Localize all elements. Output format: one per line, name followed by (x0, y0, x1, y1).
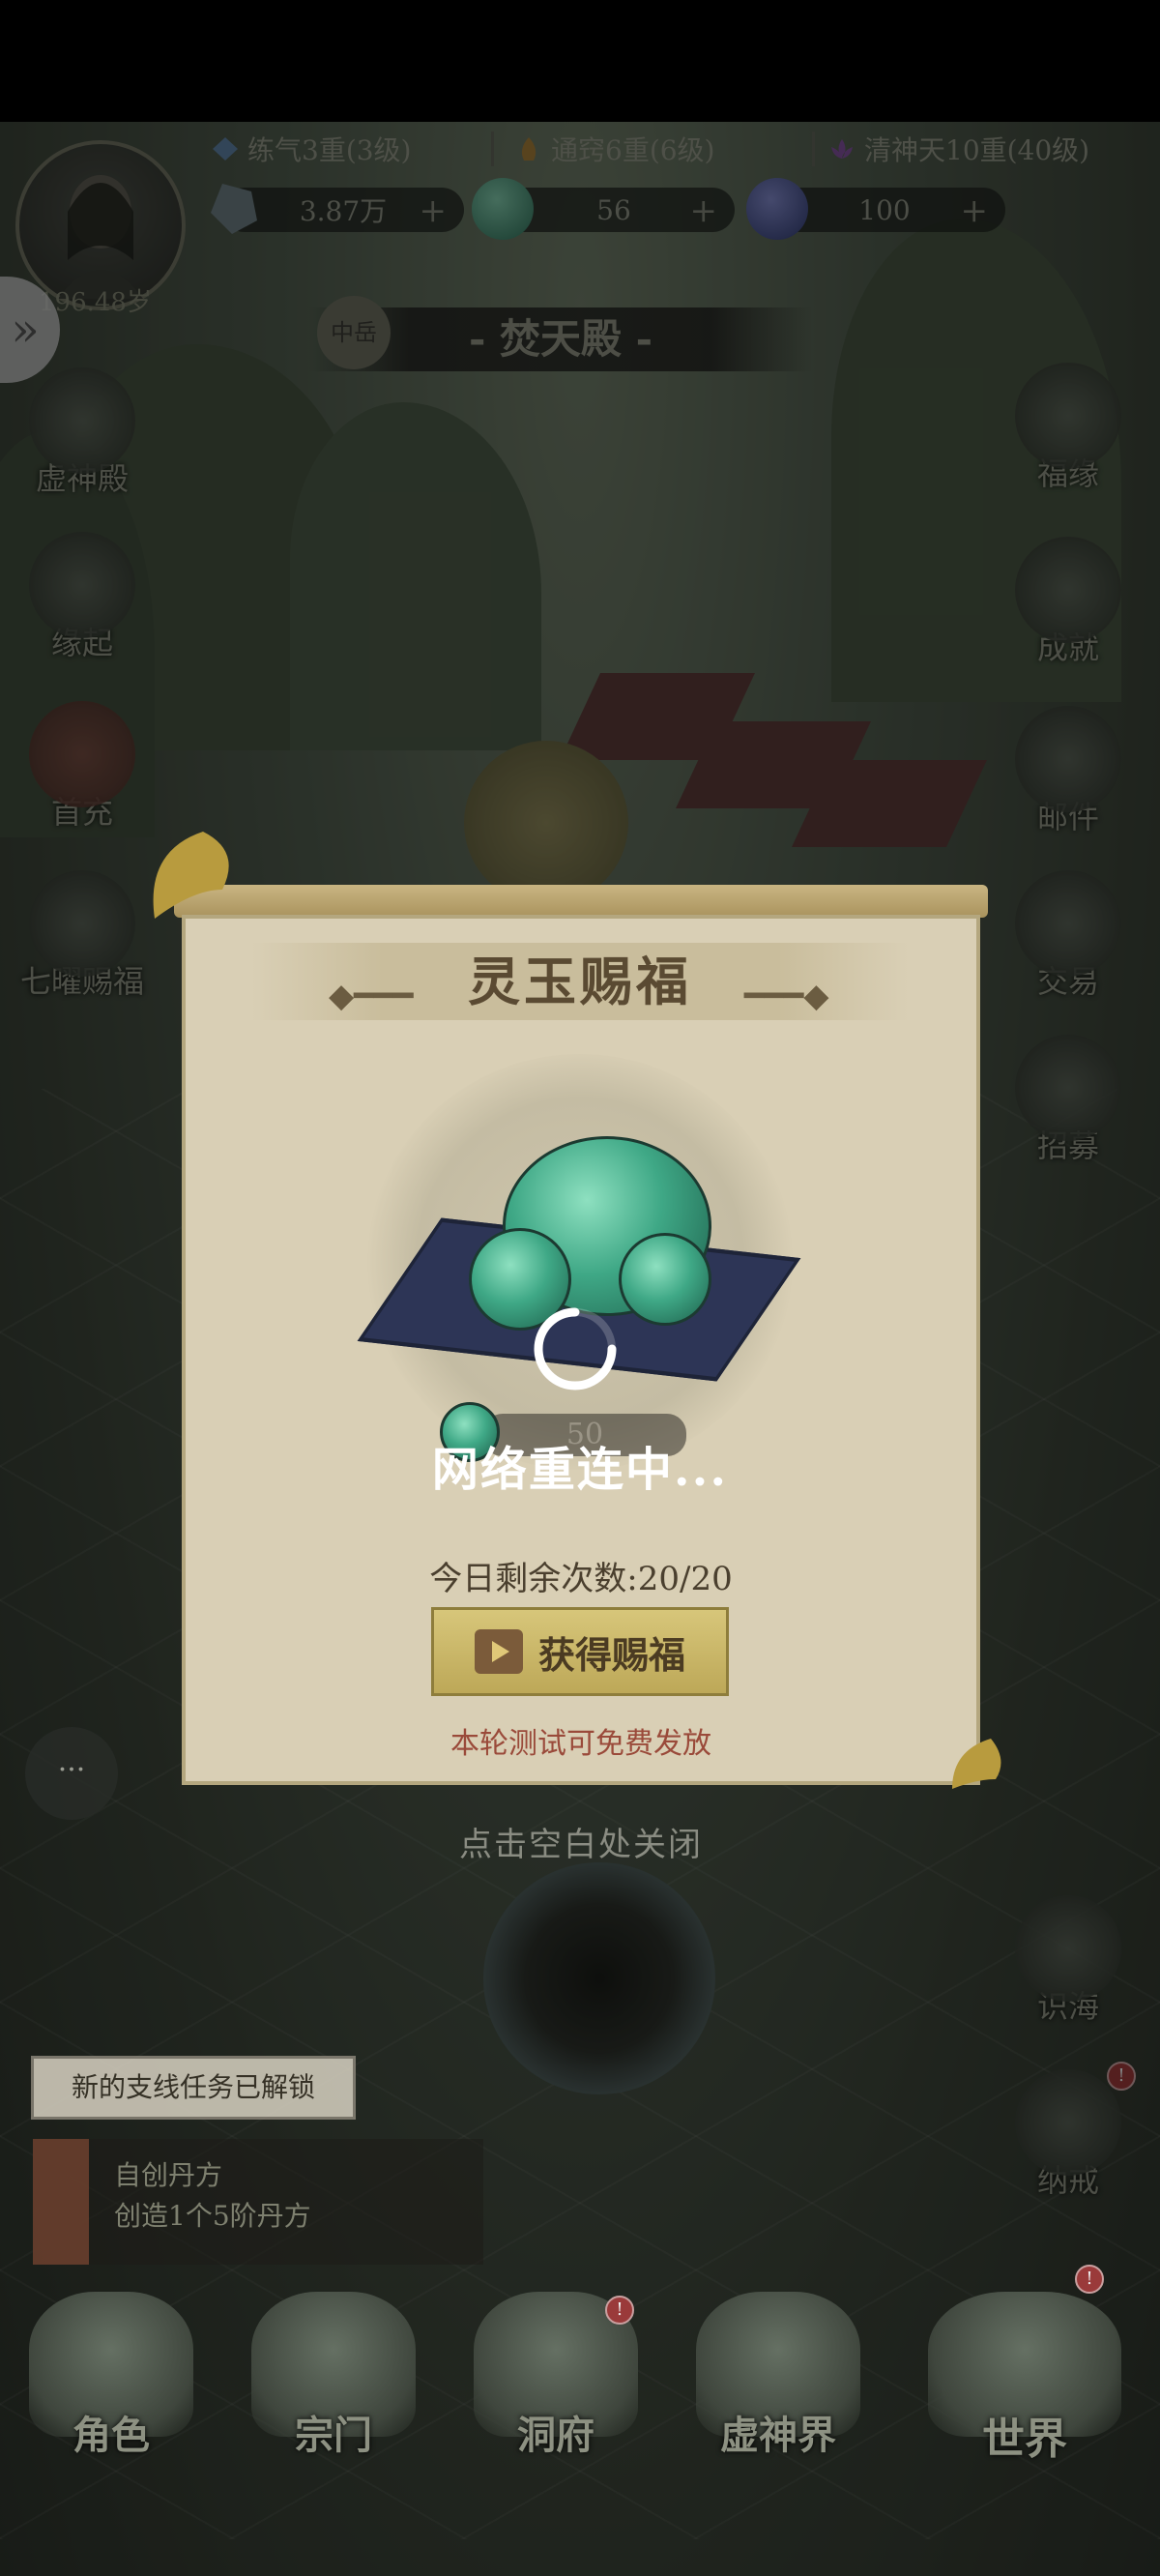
claim-blessing-button[interactable]: 获得赐福 (431, 1607, 729, 1696)
spirit-jade-small (619, 1233, 711, 1326)
nav-world[interactable]: 世界 (918, 2292, 1131, 2485)
remaining-attempts: 今日剩余次数:20/20 (429, 1560, 733, 1598)
nav-sect[interactable]: 宗门 (242, 2292, 425, 2485)
notification-badge: ! (1075, 2265, 1104, 2294)
loading-spinner-icon (534, 1307, 617, 1390)
nav-label: 洞府 (517, 2413, 594, 2458)
nav-character[interactable]: 角色 (19, 2292, 203, 2485)
quest-title: 自创丹方 (114, 2159, 223, 2191)
quest-type-marker (33, 2139, 89, 2265)
free-notice: 本轮测试可免费发放 (450, 1727, 711, 1761)
dialog-title: 灵玉赐福 (468, 951, 692, 1012)
nav-label: 虚神界 (720, 2413, 836, 2458)
nav-label: 角色 (72, 2413, 150, 2458)
nav-label: 宗门 (295, 2413, 372, 2458)
nav-void-realm[interactable]: 虚神界 (686, 2292, 870, 2485)
nav-label: 世界 (982, 2415, 1067, 2464)
ginkgo-leaf-decoration (135, 822, 251, 928)
reconnecting-text: 网络重连中... (431, 1443, 729, 1497)
quest-unlocked-toast: 新的支线任务已解锁 (31, 2056, 356, 2120)
claim-button-label: 获得赐福 (537, 1632, 685, 1677)
quest-description: 创造1个5阶丹方 (114, 2200, 311, 2232)
scroll-rod (174, 885, 988, 918)
chat-bubble-icon: ··· (57, 1753, 86, 1787)
video-play-icon (474, 1629, 523, 1674)
chat-button[interactable]: ··· (25, 1727, 118, 1820)
close-hint[interactable]: 点击空白处关闭 (182, 1818, 980, 1865)
status-bar (0, 0, 1160, 122)
notification-badge: ! (605, 2296, 634, 2325)
